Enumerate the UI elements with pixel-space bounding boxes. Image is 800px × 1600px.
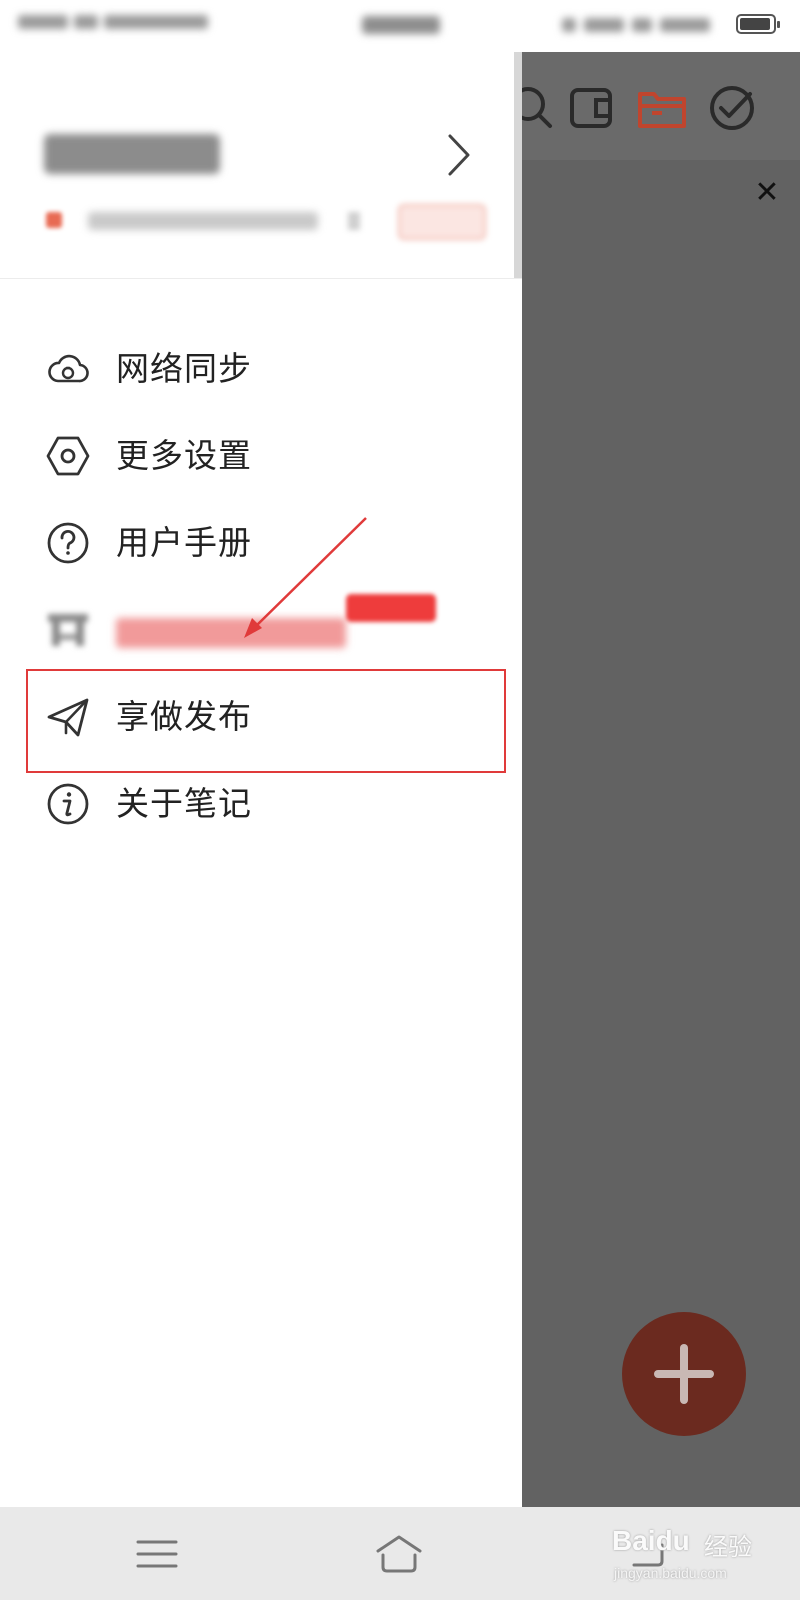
battery-icon: [736, 14, 780, 34]
profile-name-blurred: [44, 134, 220, 174]
info-circle-icon: [47, 783, 89, 825]
watermark: Baidu 经验 jingyan.baidu.com: [612, 1525, 792, 1585]
home-icon[interactable]: [374, 1529, 424, 1579]
wallet-icon[interactable]: [566, 82, 618, 134]
menu-item-label: 用户手册: [116, 523, 252, 562]
menu-item-settings[interactable]: 更多设置: [0, 412, 522, 500]
navigation-drawer: 网络同步 更多设置 用户手册 享做发布 关于笔记: [0, 52, 522, 1507]
new-badge-blurred: [346, 594, 436, 622]
add-note-button[interactable]: [622, 1312, 746, 1436]
store-icon: [48, 614, 88, 646]
folder-icon[interactable]: [636, 82, 688, 134]
small-chevron-icon: [348, 212, 360, 230]
menu-lines-icon[interactable]: [132, 1529, 182, 1579]
close-icon[interactable]: ✕: [752, 178, 782, 208]
check-circle-icon[interactable]: [706, 82, 758, 134]
profile-subtitle-blurred: [88, 212, 318, 230]
vip-dot-icon: [46, 212, 62, 228]
status-bar: [0, 0, 800, 52]
status-carrier-info: [18, 14, 228, 36]
menu-item-user-manual[interactable]: 用户手册: [0, 499, 522, 587]
main-content-overlay[interactable]: ✕: [511, 52, 800, 1507]
status-time: [362, 16, 440, 34]
menu-item-label: 更多设置: [116, 436, 252, 475]
watermark-brand: Baidu: [612, 1525, 690, 1556]
status-indicators: [562, 14, 722, 34]
watermark-url: jingyan.baidu.com: [614, 1565, 727, 1581]
menu-item-about[interactable]: 关于笔记: [0, 760, 522, 848]
profile-tag-blurred[interactable]: [398, 204, 486, 240]
menu-item-label: 网络同步: [116, 349, 252, 388]
menu-item-label: 关于笔记: [116, 784, 252, 823]
blurred-label: [116, 618, 346, 648]
help-circle-icon: [47, 522, 89, 564]
annotation-highlight-box: [26, 669, 506, 773]
system-nav-bar: Baidu 经验 jingyan.baidu.com: [0, 1507, 800, 1600]
profile-header[interactable]: [0, 52, 522, 279]
chevron-right-icon[interactable]: [444, 130, 474, 180]
watermark-cn: 经验: [704, 1534, 752, 1561]
menu-item-blurred[interactable]: [0, 586, 522, 674]
drawer-edge: [514, 52, 522, 278]
menu-item-sync[interactable]: 网络同步: [0, 325, 522, 413]
top-toolbar: [511, 52, 800, 160]
cloud-sync-icon: [48, 354, 89, 383]
settings-hexagon-icon: [46, 436, 90, 476]
plus-icon: [654, 1344, 714, 1404]
